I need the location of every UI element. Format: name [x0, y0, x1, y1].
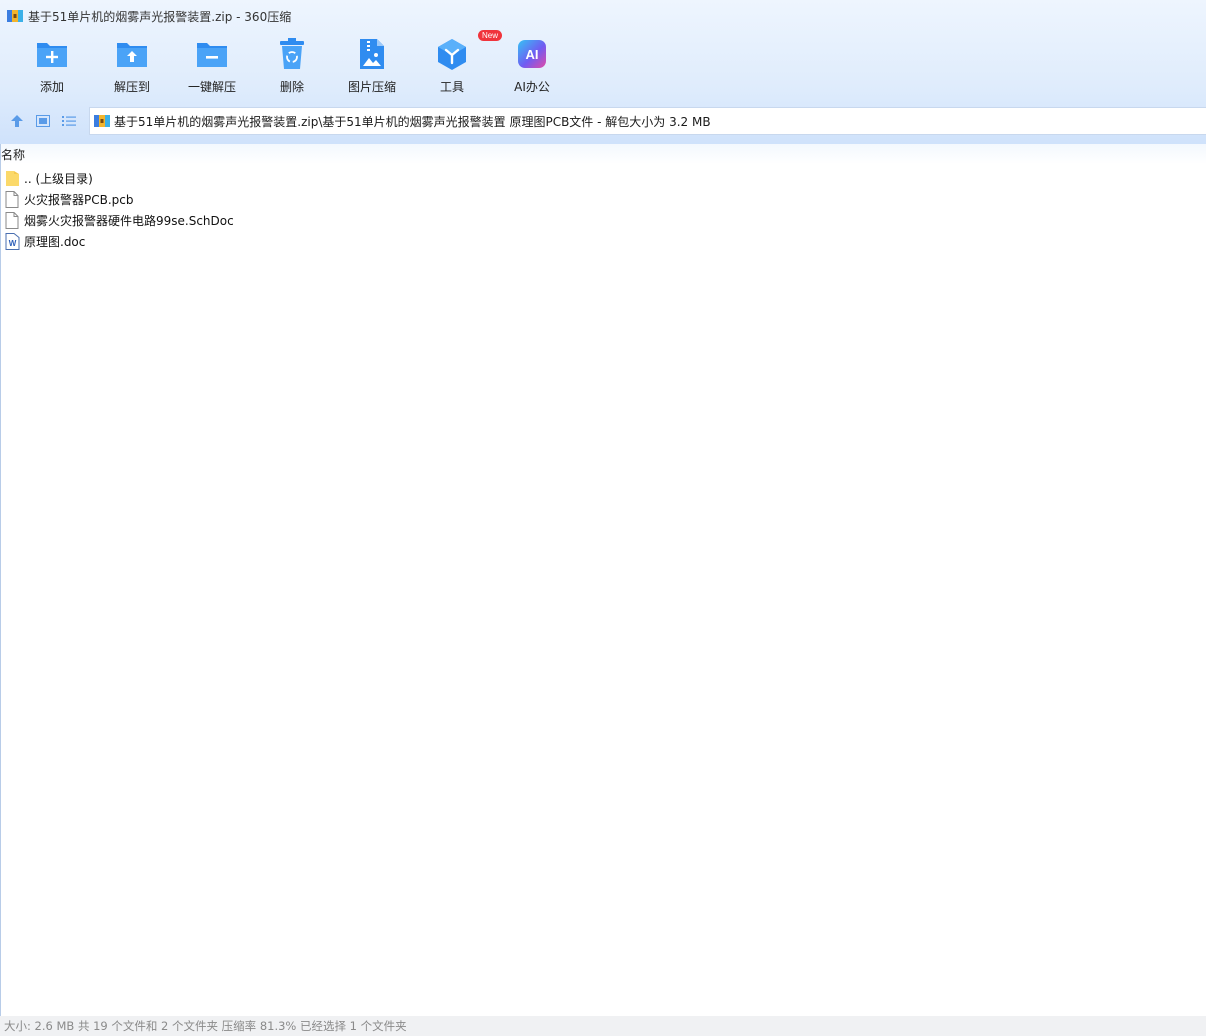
file-icon: [5, 212, 21, 229]
file-icon: [5, 191, 21, 208]
add-label: 添加: [39, 80, 64, 94]
image-compress-label: 图片压缩: [347, 80, 396, 94]
file-name: 烟雾火灾报警器硬件电路99se.SchDoc: [24, 214, 234, 228]
app-window: 基于51单片机的烟雾声光报警装置.zip - 360压缩 添加 解压到 一键解压…: [0, 0, 1206, 1036]
tools-label: 工具: [439, 80, 464, 94]
thumbnail-view-icon[interactable]: [34, 110, 52, 132]
column-header-name[interactable]: 名称: [1, 144, 1206, 164]
one-click-extract-icon: [194, 36, 230, 72]
address-bar[interactable]: 基于51单片机的烟雾声光报警装置.zip\基于51单片机的烟雾声光报警装置 原理…: [89, 107, 1206, 135]
ai-office-icon: AI: [514, 36, 550, 72]
file-name: .. (上级目录): [24, 172, 93, 186]
image-compress-button[interactable]: 图片压缩: [332, 36, 412, 100]
ai-office-button[interactable]: AI AI办公: [492, 36, 572, 100]
list-view-icon[interactable]: [60, 110, 78, 132]
list-item[interactable]: .. (上级目录): [5, 168, 234, 189]
one-click-extract-label: 一键解压: [187, 80, 236, 94]
nav-buttons: [8, 110, 78, 132]
address-path: 基于51单片机的烟雾声光报警装置.zip\基于51单片机的烟雾声光报警装置 原理…: [114, 114, 711, 129]
file-name: 火灾报警器PCB.pcb: [24, 193, 134, 207]
file-list: 名称 .. (上级目录) 火灾报警器PCB.pcb 烟雾火灾报警器硬件电路99s…: [0, 144, 1206, 1016]
recycle-bin-icon: [274, 36, 310, 72]
tools-cube-icon: New: [434, 30, 503, 72]
delete-button[interactable]: 删除: [252, 36, 332, 100]
status-bar: 大小: 2.6 MB 共 19 个文件和 2 个文件夹 压缩率 81.3% 已经…: [0, 1016, 1206, 1036]
image-compress-icon: [354, 36, 390, 72]
ai-office-label: AI办公: [514, 80, 550, 94]
window-title: 基于51单片机的烟雾声光报警装置.zip - 360压缩: [28, 9, 292, 24]
list-item[interactable]: 烟雾火灾报警器硬件电路99se.SchDoc: [5, 210, 234, 231]
zip-archive-icon: [94, 114, 110, 128]
header-area: 基于51单片机的烟雾声光报警装置.zip - 360压缩 添加 解压到 一键解压…: [0, 0, 1206, 144]
list-item[interactable]: 火灾报警器PCB.pcb: [5, 189, 234, 210]
zip-archive-icon: [7, 8, 23, 24]
word-doc-icon: W: [5, 233, 21, 250]
extract-to-button[interactable]: 解压到: [92, 36, 172, 100]
folder-icon: [5, 170, 21, 187]
tools-button[interactable]: New 工具: [412, 30, 503, 100]
file-rows: .. (上级目录) 火灾报警器PCB.pcb 烟雾火灾报警器硬件电路99se.S…: [5, 168, 234, 252]
add-button[interactable]: 添加: [12, 36, 92, 100]
list-item[interactable]: W 原理图.doc: [5, 231, 234, 252]
extract-to-label: 解压到: [113, 80, 150, 94]
status-text: 大小: 2.6 MB 共 19 个文件和 2 个文件夹 压缩率 81.3% 已经…: [4, 1019, 407, 1033]
toolbar: 添加 解压到 一键解压 删除 图片压缩 New 工具 AI AI办公: [12, 30, 572, 100]
svg-text:AI: AI: [526, 47, 539, 62]
one-click-extract-button[interactable]: 一键解压: [172, 36, 252, 100]
add-folder-icon: [34, 36, 70, 72]
title-bar: 基于51单片机的烟雾声光报警装置.zip - 360压缩: [0, 0, 1206, 32]
up-arrow-icon[interactable]: [8, 110, 26, 132]
column-name-label: 名称: [1, 147, 26, 162]
file-name: 原理图.doc: [24, 235, 86, 249]
extract-to-icon: [114, 36, 150, 72]
svg-text:W: W: [9, 239, 17, 248]
delete-label: 删除: [279, 80, 304, 94]
